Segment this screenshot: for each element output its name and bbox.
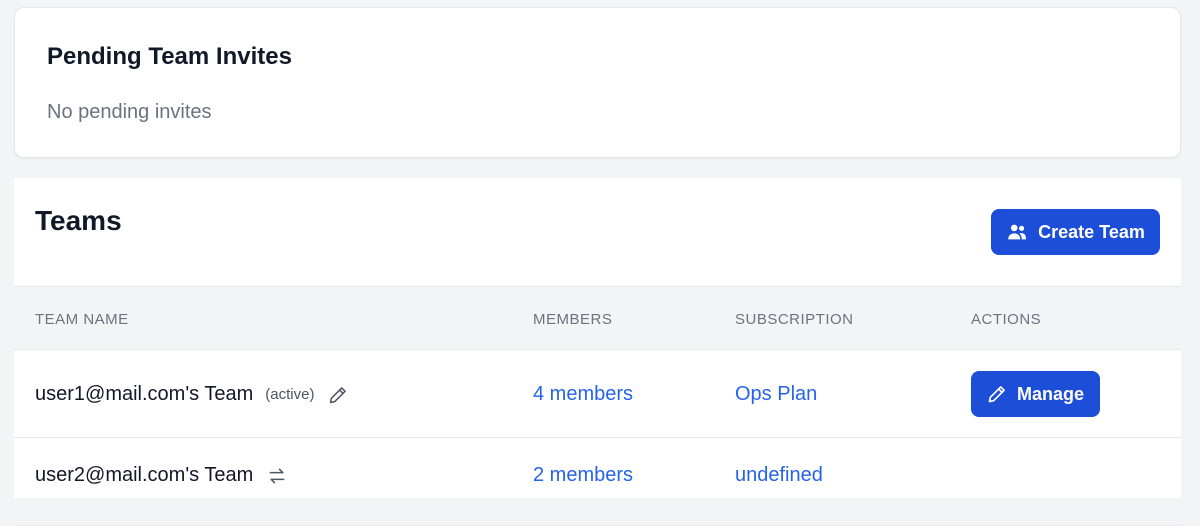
manage-label: Manage (1016, 383, 1085, 404)
pencil-icon[interactable] (328, 385, 348, 405)
column-header-team-name: TEAM NAME (35, 311, 129, 328)
column-header-actions: ACTIONS (971, 311, 1042, 328)
members-link[interactable]: 2 members (533, 464, 633, 487)
members-link[interactable]: 4 members (533, 383, 633, 406)
users-icon (1006, 221, 1028, 243)
teams-table-header: TEAM NAME MEMBERS SUBSCRIPTION ACTIONS (14, 286, 1181, 350)
column-header-subscription: SUBSCRIPTION (735, 311, 854, 328)
pending-invites-empty-message: No pending invites (47, 101, 212, 123)
subscription-link[interactable]: Ops Plan (735, 383, 817, 406)
table-row: user1@mail.com's Team (active) 4 members… (14, 350, 1181, 438)
table-row: user2@mail.com's Team 2 members undefine… (14, 438, 1181, 526)
swap-icon[interactable] (267, 466, 287, 486)
subscription-link[interactable]: undefined (735, 464, 823, 487)
team-name-cell: user1@mail.com's Team (active) (35, 383, 348, 406)
pencil-icon (987, 384, 1007, 404)
create-team-button[interactable]: Create Team (991, 209, 1160, 255)
column-header-members: MEMBERS (533, 311, 613, 328)
manage-button[interactable]: Manage (971, 371, 1100, 417)
teams-card: Teams Create Team TEAM NAME MEMBERS SUBS… (14, 178, 1181, 526)
active-badge: (active) (265, 386, 315, 403)
team-name: user2@mail.com's Team (35, 464, 254, 486)
pending-invites-card: Pending Team Invites No pending invites (14, 7, 1181, 158)
team-name: user1@mail.com's Team (35, 383, 254, 405)
team-name-cell: user2@mail.com's Team (35, 464, 287, 487)
teams-title: Teams (35, 205, 122, 236)
create-team-label: Create Team (1038, 221, 1145, 242)
pending-invites-title: Pending Team Invites (47, 43, 292, 70)
